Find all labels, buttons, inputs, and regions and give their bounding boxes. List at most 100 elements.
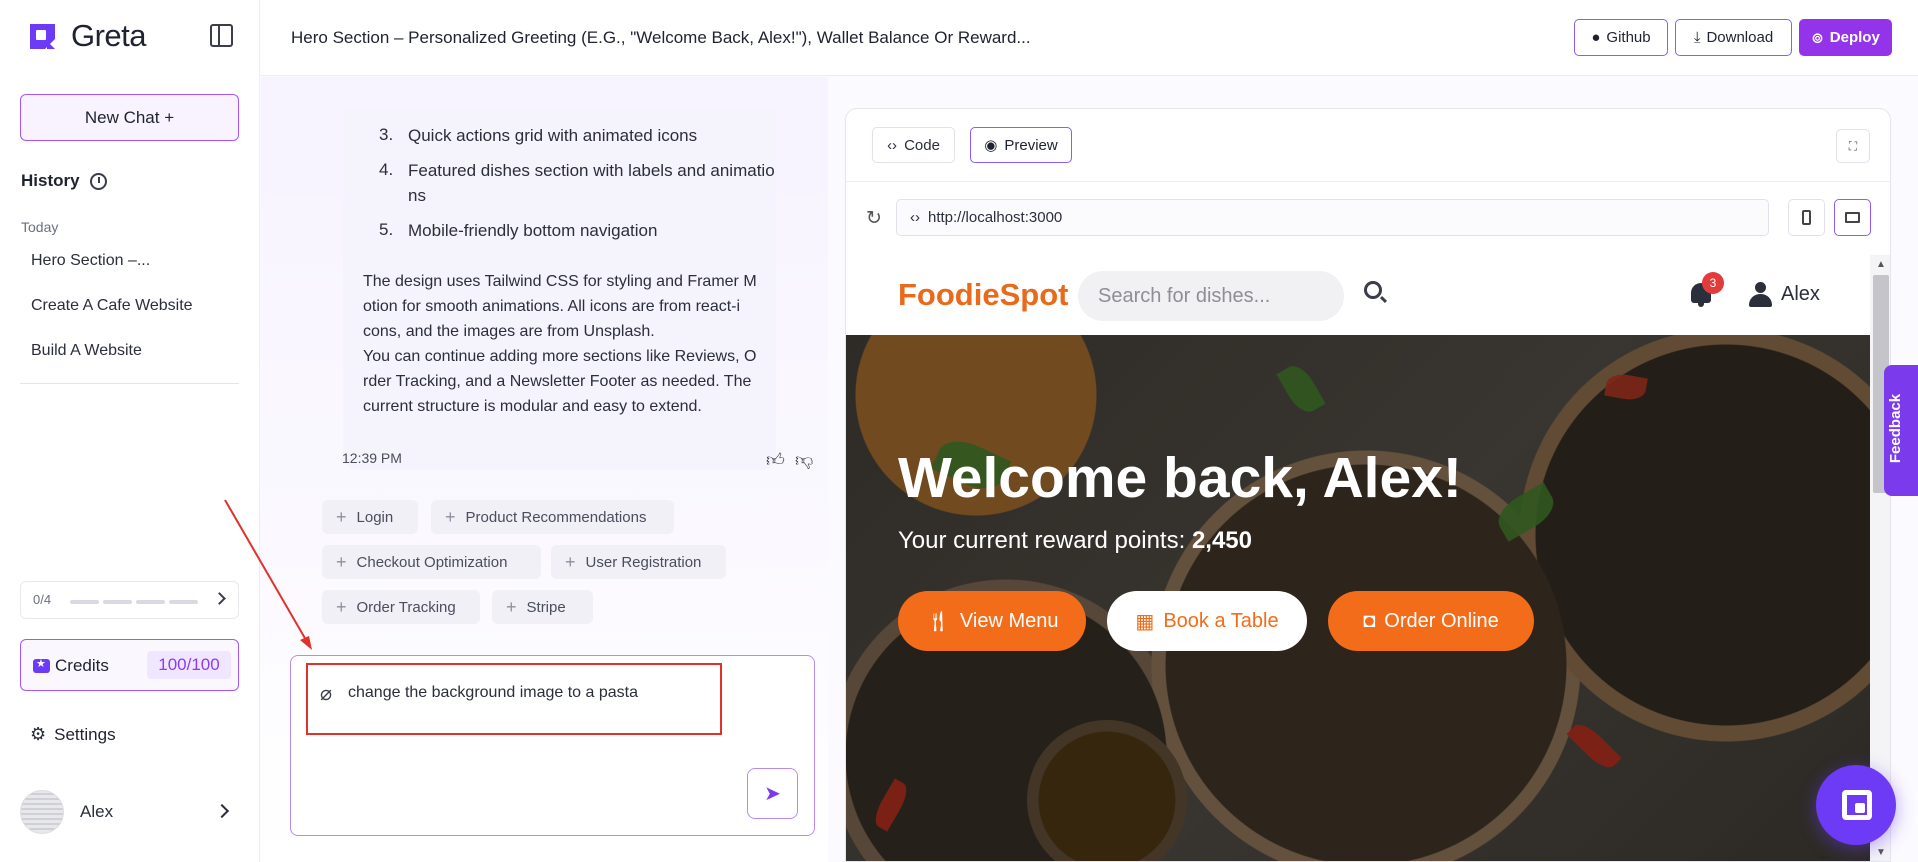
history-item[interactable]: Hero Section –...: [31, 252, 150, 270]
tab-code[interactable]: ‹› Code: [872, 127, 955, 163]
onboarding-progress[interactable]: 0/4: [20, 581, 239, 619]
utensils-icon: 🍴︎: [925, 610, 951, 633]
site-navbar: FoodieSpot Search for dishes... 3 Alex: [846, 255, 1870, 335]
order-online-button[interactable]: ◘ Order Online: [1328, 591, 1534, 651]
greta-assistant-button[interactable]: [1816, 765, 1896, 845]
hero-title: Welcome back, Alex!: [898, 446, 1462, 510]
divider: [846, 181, 1890, 182]
plus-icon: +: [336, 506, 347, 527]
message-line: The design uses Tailwind CSS for styling…: [363, 273, 757, 290]
download-icon: ⤓: [1693, 29, 1701, 46]
new-chat-button[interactable]: New Chat +: [20, 94, 239, 141]
site-search-placeholder: Search for dishes...: [1098, 284, 1271, 307]
send-icon: ➤: [764, 783, 781, 805]
url-text: http://localhost:3000: [928, 209, 1063, 226]
ticket-icon: [33, 657, 50, 673]
message-line: rder Tracking, and a Newsletter Footer a…: [363, 373, 752, 390]
suggestion-chip[interactable]: + User Registration: [551, 545, 726, 579]
brand[interactable]: Greta: [26, 18, 147, 54]
app-name: Greta: [71, 18, 147, 53]
list-number: 3.: [379, 125, 394, 144]
feedback-tab[interactable]: Feedback: [1884, 365, 1918, 496]
reward-points-label: Your current reward points:: [898, 527, 1192, 554]
settings-button[interactable]: ⚙ Settings: [30, 724, 116, 745]
list-item: Quick actions grid with animated icons: [408, 126, 698, 145]
reward-points-value: 2,450: [1191, 527, 1252, 554]
tab-preview[interactable]: ◉ Preview: [970, 127, 1072, 163]
scroll-down-icon[interactable]: ▼: [1876, 847, 1886, 858]
tab-preview-label: Preview: [1004, 136, 1058, 154]
suggestion-label: Login: [356, 508, 394, 526]
site-search-input[interactable]: Search for dishes...: [1078, 271, 1344, 321]
github-icon: ●: [1591, 29, 1601, 46]
fullscreen-icon[interactable]: ⛶: [1836, 129, 1870, 163]
top-header: Hero Section – Personalized Greeting (E.…: [261, 0, 1918, 76]
gear-icon: ⚙: [30, 724, 47, 744]
greta-logo-icon: [30, 23, 55, 49]
hero-subtitle: Your current reward points: 2,450: [898, 527, 1252, 555]
book-table-label: Book a Table: [1163, 609, 1279, 632]
credits-card[interactable]: Credits 100/100: [20, 639, 239, 691]
suggestion-label: Product Recommendations: [465, 508, 647, 526]
deploy-button[interactable]: ⊚ Deploy: [1799, 19, 1892, 56]
progress-segment: [70, 600, 99, 604]
scroll-up-icon[interactable]: ▲: [1876, 259, 1886, 270]
history-item[interactable]: Create A Cafe Website: [31, 297, 193, 315]
divider: [20, 383, 239, 384]
thumbs-down-icon[interactable]: 👎︎: [795, 449, 813, 471]
chevron-right-icon: [213, 592, 226, 605]
message-line: cons, and the images are from Unsplash.: [363, 323, 655, 340]
greta-logo-icon: [1842, 790, 1872, 820]
view-menu-label: View Menu: [959, 609, 1059, 632]
history-clock-icon: [89, 172, 107, 190]
download-button[interactable]: ⤓ Download: [1675, 19, 1792, 56]
progress-segment: [136, 600, 165, 604]
eye-icon: ◉: [984, 137, 998, 154]
suggestion-chip[interactable]: + Stripe: [492, 590, 593, 624]
suggestion-label: User Registration: [585, 553, 702, 571]
suggestion-chip[interactable]: + Product Recommendations: [431, 500, 674, 534]
shopping-bag-icon: ◘: [1363, 609, 1376, 632]
plus-icon: +: [565, 551, 576, 572]
avatar: [20, 790, 64, 834]
desktop-view-button[interactable]: [1834, 199, 1871, 236]
suggestion-label: Order Tracking: [356, 598, 456, 616]
deploy-icon: ⊚: [1811, 29, 1824, 47]
chevron-right-icon: [214, 803, 230, 819]
history-item[interactable]: Build A Website: [31, 342, 142, 360]
settings-label: Settings: [54, 724, 116, 744]
suggestion-chip[interactable]: + Login: [322, 500, 418, 534]
annotation-highlight-box: [306, 663, 722, 735]
url-bar[interactable]: ‹› http://localhost:3000: [896, 199, 1769, 236]
suggestion-chip[interactable]: + Order Tracking: [322, 590, 480, 624]
user-icon[interactable]: [1749, 282, 1772, 307]
mobile-view-button[interactable]: [1788, 199, 1825, 236]
suggestion-chip[interactable]: + Checkout Optimization: [322, 545, 541, 579]
history-label: History: [21, 171, 80, 190]
book-table-button[interactable]: ▦ Book a Table: [1107, 591, 1307, 651]
view-menu-button[interactable]: 🍴︎ View Menu: [898, 591, 1086, 651]
user-name: Alex: [80, 802, 114, 821]
phone-icon: [1802, 210, 1811, 225]
list-number: 5.: [379, 220, 394, 239]
sidebar-toggle-icon[interactable]: [210, 24, 233, 47]
site-logo[interactable]: FoodieSpot: [898, 277, 1068, 313]
send-button[interactable]: ➤: [747, 768, 798, 819]
order-online-label: Order Online: [1384, 609, 1499, 632]
site-user-name[interactable]: Alex: [1781, 283, 1820, 306]
search-icon[interactable]: [1364, 281, 1382, 299]
laptop-icon: [1845, 212, 1860, 223]
code-icon: ‹›: [887, 136, 898, 154]
message-line: You can continue adding more sections li…: [363, 348, 757, 365]
user-profile-row[interactable]: Alex: [20, 790, 239, 834]
list-item: Featured dishes section with labels and …: [408, 161, 775, 180]
site-preview: FoodieSpot Search for dishes... 3 Alex W…: [846, 255, 1870, 861]
code-icon: ‹›: [910, 209, 920, 226]
thumbs-up-icon[interactable]: 👍︎: [766, 449, 785, 471]
progress-segment: [169, 600, 198, 604]
reload-icon[interactable]: ↻: [866, 207, 882, 230]
github-button[interactable]: ● Github: [1574, 19, 1668, 56]
calendar-icon: ▦: [1135, 610, 1155, 633]
list-item: Mobile-friendly bottom navigation: [408, 221, 658, 240]
list-item: ns: [408, 186, 426, 205]
